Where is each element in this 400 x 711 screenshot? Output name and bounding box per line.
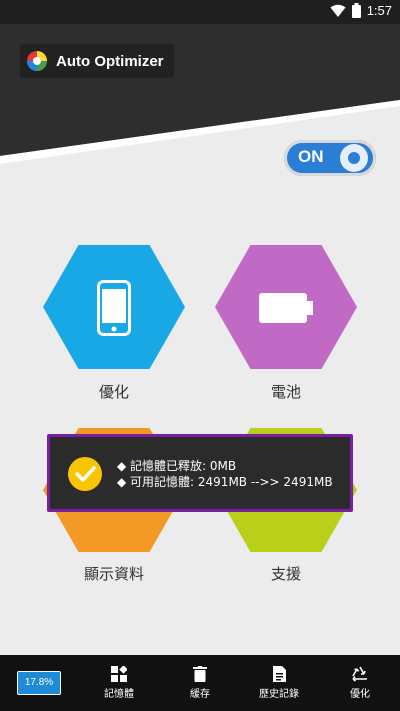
memory-percent-badge[interactable]: 17.8% xyxy=(17,671,61,695)
check-icon xyxy=(68,457,102,491)
battery-icon xyxy=(351,3,361,18)
nav-optimize[interactable]: 優化 xyxy=(325,655,395,711)
optimize-tile-label: 優化 xyxy=(98,383,129,401)
nav-cache-label: 緩存 xyxy=(190,689,210,700)
nav-history[interactable]: 歷史記錄 xyxy=(244,655,314,711)
memory-toast: ◆ 記憶體已釋放: 0MB ◆ 可用記憶體: 2491MB -->> 2491M… xyxy=(47,434,353,512)
display-info-tile-label: 顯示資料 xyxy=(83,565,144,583)
memory-icon xyxy=(111,666,127,682)
toggle-knob xyxy=(340,144,368,172)
status-bar: 1:57 xyxy=(0,0,400,24)
nav-memory[interactable]: 記憶體 xyxy=(84,655,154,711)
bottom-navigation: 17.8% 記憶體 緩存 歷史記錄 優化 xyxy=(0,655,400,711)
clock: 1:57 xyxy=(366,3,392,18)
toggle-label: ON xyxy=(298,147,324,166)
nav-optimize-label: 優化 xyxy=(350,689,370,700)
memory-available-text: ◆ 可用記憶體: 2491MB -->> 2491MB xyxy=(117,475,333,489)
wifi-icon xyxy=(330,4,346,17)
nav-cache[interactable]: 緩存 xyxy=(165,655,235,711)
recycle-icon xyxy=(352,666,367,682)
optimizer-toggle[interactable]: ON xyxy=(284,140,376,176)
app-title-bar: Auto Optimizer xyxy=(20,44,174,78)
support-tile-label: 支援 xyxy=(270,565,301,583)
trash-icon xyxy=(193,666,207,682)
battery-icon xyxy=(259,293,313,323)
nav-memory-label: 記憶體 xyxy=(104,689,134,700)
nav-history-label: 歷史記錄 xyxy=(259,689,299,700)
phone-icon xyxy=(97,280,131,336)
memory-freed-text: ◆ 記憶體已釋放: 0MB xyxy=(117,459,237,473)
app-title: Auto Optimizer xyxy=(56,52,164,70)
battery-tile-label: 電池 xyxy=(270,383,301,401)
app-logo-icon xyxy=(27,51,47,71)
document-icon xyxy=(272,666,286,682)
